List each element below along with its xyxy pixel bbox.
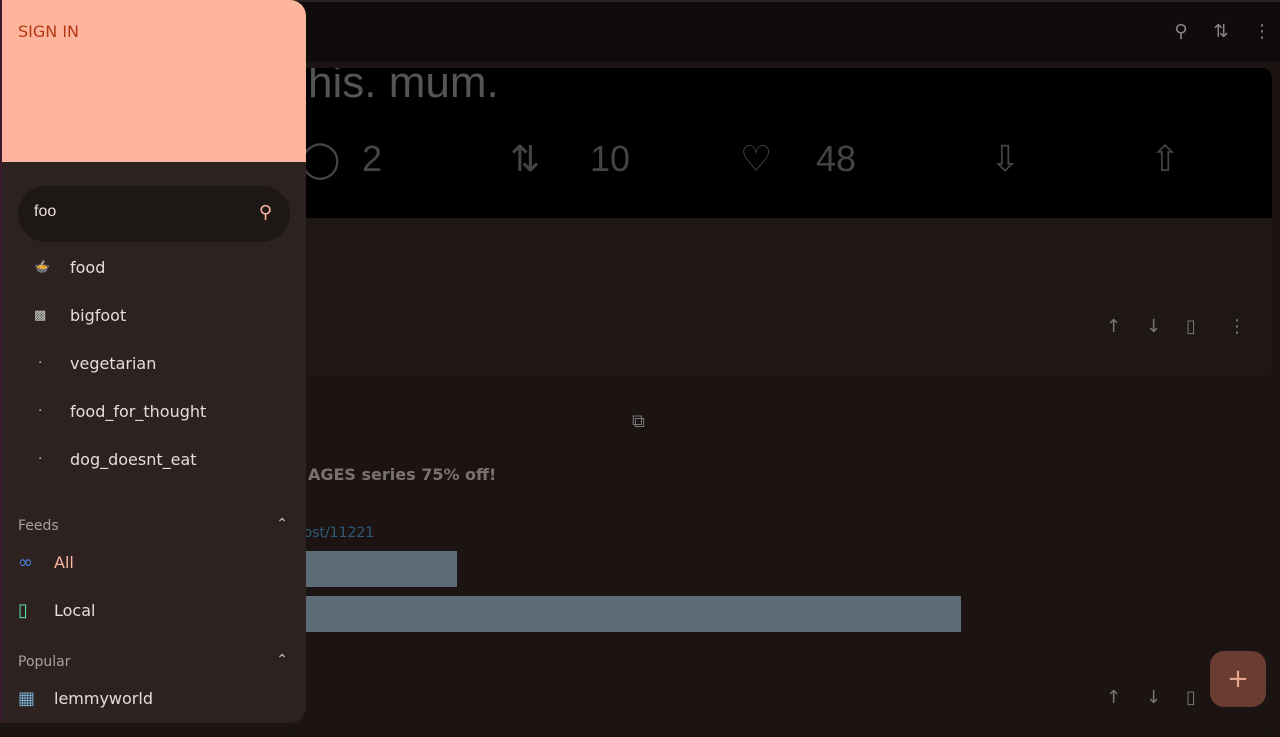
feed-local[interactable]: ▯ Local xyxy=(18,600,95,621)
feed-label: Local xyxy=(54,601,96,620)
section-title: Feeds xyxy=(18,518,59,534)
map-icon: ▯ xyxy=(18,600,28,621)
download-icon: ⇩ xyxy=(990,138,1021,179)
bookmark-icon[interactable]: ▯ xyxy=(1186,316,1196,337)
like-count: 48 xyxy=(816,138,857,179)
downvote-icon[interactable]: ↓ xyxy=(1146,687,1161,708)
community-search[interactable]: ⚲ xyxy=(18,186,290,242)
create-post-button[interactable]: + xyxy=(1210,651,1266,707)
bookmark-icon[interactable]: ▯ xyxy=(1186,687,1196,708)
share-icon: ⇧ xyxy=(1150,138,1181,179)
open-external-icon[interactable]: ⧉ xyxy=(632,411,645,432)
drawer-header: SIGN IN xyxy=(2,0,306,162)
dot-icon: · xyxy=(34,355,43,371)
search-result-dog-doesnt-eat[interactable]: · dog_doesnt_eat xyxy=(18,439,288,479)
result-label: vegetarian xyxy=(70,353,157,373)
post-image[interactable]: his. mum. ◯ 2 ⇅ 10 ♡ 48 ⇩ ⇧ xyxy=(290,68,1272,218)
blurred-text xyxy=(290,551,457,587)
chevron-up-icon[interactable]: ⌃ xyxy=(276,516,288,532)
retweet-icon: ⇅ xyxy=(510,138,541,179)
more-icon[interactable]: ⋮ xyxy=(1228,316,1246,337)
feeds-section-header[interactable]: Feeds ⌃ xyxy=(18,516,288,534)
upvote-icon[interactable]: ↑ xyxy=(1106,687,1121,708)
bigfoot-image-icon: ▩ xyxy=(34,307,47,323)
post-title[interactable]: A AGES series 75% off! xyxy=(290,465,496,484)
community-label: lemmyworld xyxy=(54,689,153,708)
feed-label: All xyxy=(54,553,74,572)
upvote-icon[interactable]: ↑ xyxy=(1106,316,1121,337)
more-vert-icon[interactable]: ⋮ xyxy=(1252,22,1272,42)
search-result-food-for-thought[interactable]: · food_for_thought xyxy=(18,391,288,431)
infinity-icon: ∞ xyxy=(18,552,33,573)
popular-section-header[interactable]: Popular ⌃ xyxy=(18,652,288,670)
dot-icon: · xyxy=(34,451,43,467)
search-icon[interactable]: ⚲ xyxy=(1171,22,1191,42)
dot-icon: · xyxy=(34,403,43,419)
search-result-vegetarian[interactable]: · vegetarian xyxy=(18,343,288,383)
reply-count: 2 xyxy=(362,138,383,179)
navigation-drawer: SIGN IN ⚲ 🍲 food ▩ bigfoot · vegetarian · fo… xyxy=(0,0,306,723)
sort-icon[interactable]: ⇅ xyxy=(1211,22,1231,42)
result-label: dog_doesnt_eat xyxy=(70,449,197,469)
result-label: bigfoot xyxy=(70,305,127,325)
result-label: food xyxy=(70,257,106,277)
feed-all[interactable]: ∞ All xyxy=(18,552,74,573)
search-result-bigfoot[interactable]: ▩ bigfoot xyxy=(18,295,288,335)
search-result-food[interactable]: 🍲 food xyxy=(18,247,288,287)
search-icon[interactable]: ⚲ xyxy=(259,202,272,223)
retweet-count: 10 xyxy=(590,138,631,179)
section-title: Popular xyxy=(18,654,71,670)
reply-icon: ◯ xyxy=(300,138,341,179)
post-card[interactable]: his. mum. ◯ 2 ⇅ 10 ♡ 48 ⇩ ⇧ ↑ ↓ ▯ ⋮ xyxy=(290,68,1272,376)
image-text: his. mum. xyxy=(308,68,499,107)
food-bowl-icon: 🍲 xyxy=(34,259,51,275)
result-label: food_for_thought xyxy=(70,401,207,421)
lemmyworld-icon: ▦ xyxy=(18,688,36,709)
heart-icon: ♡ xyxy=(740,138,773,179)
search-input[interactable] xyxy=(34,203,234,221)
post-card[interactable]: ⧉ A AGES series 75% off! /post/11221 ↑ ↓… xyxy=(290,397,1272,737)
sign-in-button[interactable]: SIGN IN xyxy=(18,22,79,41)
popular-lemmyworld[interactable]: ▦ lemmyworld xyxy=(18,688,153,709)
chevron-up-icon[interactable]: ⌃ xyxy=(276,652,288,668)
downvote-icon[interactable]: ↓ xyxy=(1146,316,1161,337)
blurred-text xyxy=(290,596,961,632)
